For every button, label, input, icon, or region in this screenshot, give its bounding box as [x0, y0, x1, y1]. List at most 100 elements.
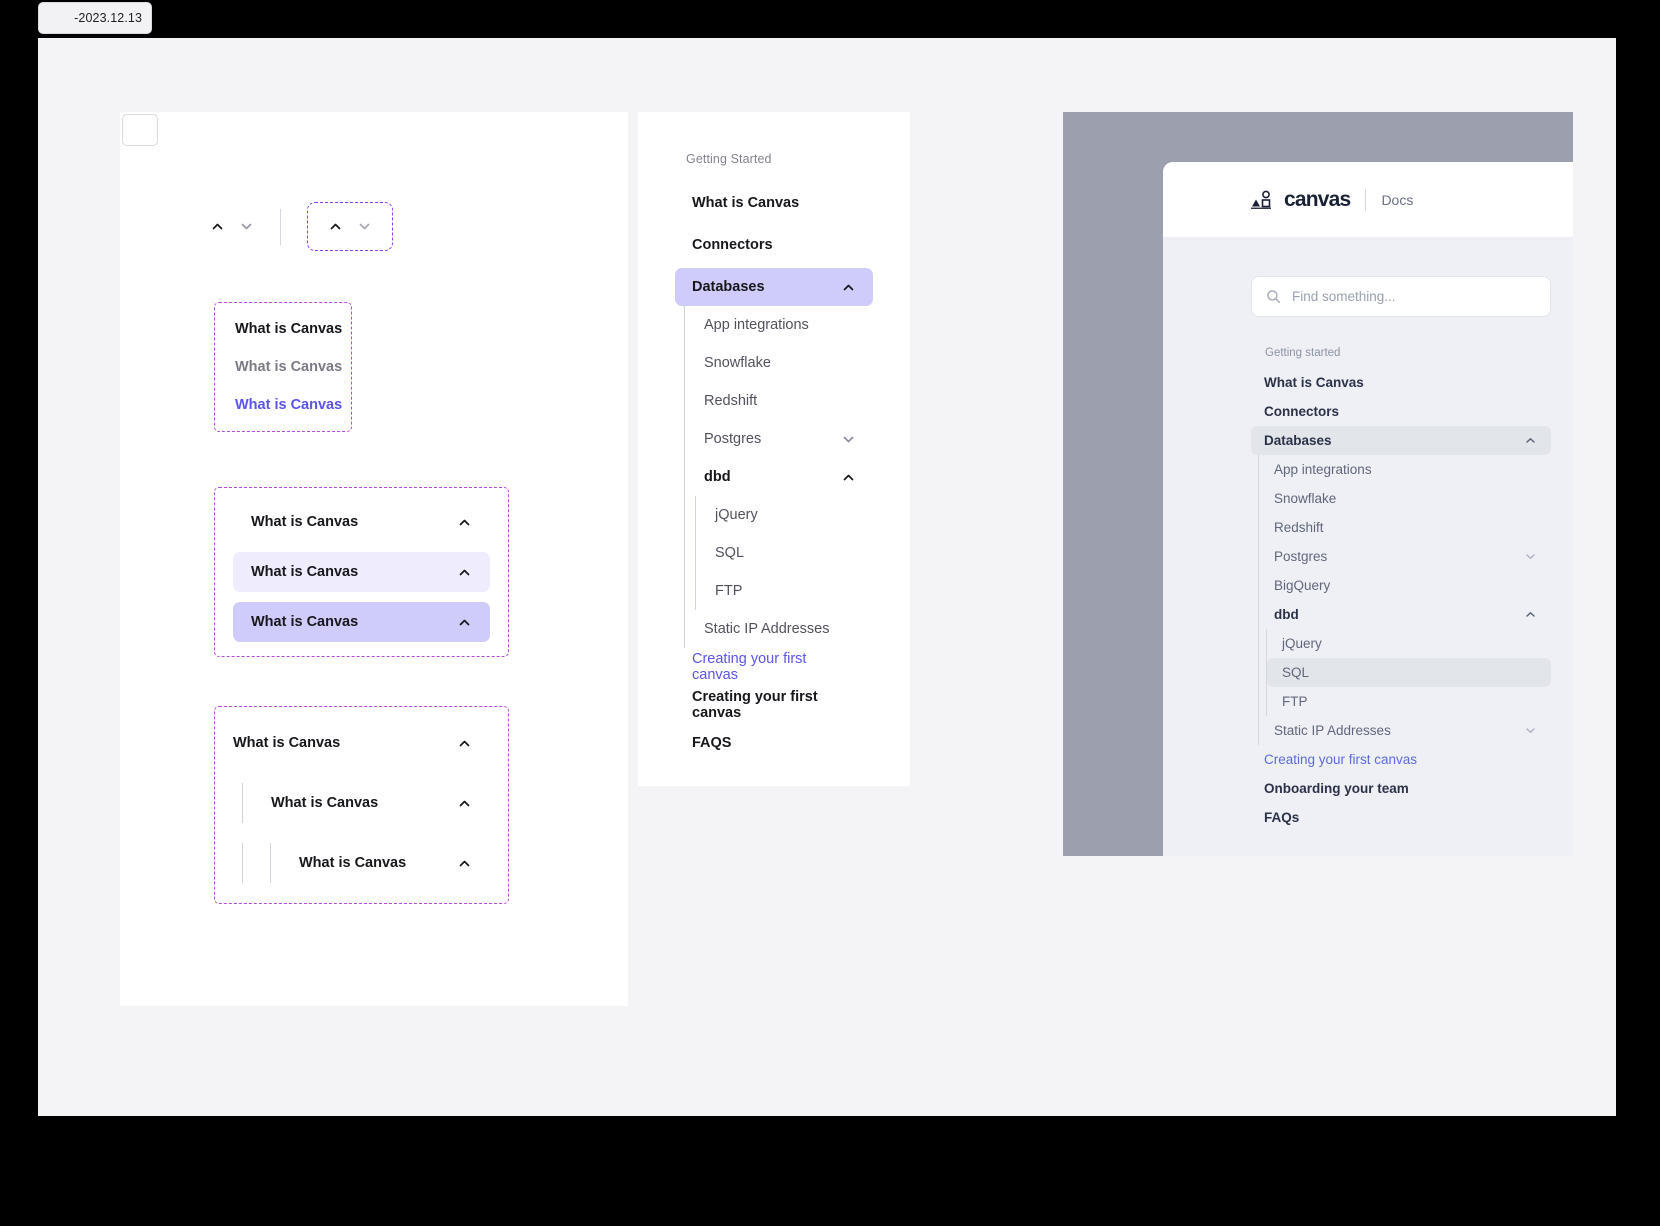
chevron-up-icon[interactable]	[210, 219, 225, 234]
nav-item-label: App integrations	[704, 317, 809, 333]
canvas-logo-icon	[1251, 190, 1271, 209]
row-label: What is Canvas	[233, 735, 341, 751]
chevron-up-icon[interactable]	[1523, 607, 1538, 622]
chevron-pair-plain	[210, 219, 254, 234]
chevron-down-icon[interactable]	[357, 219, 372, 234]
chevron-up-icon[interactable]	[457, 796, 472, 811]
sidebar-link-creating-your-first-canvas[interactable]: Creating your first canvas	[675, 648, 873, 686]
sidebar-item-faqs[interactable]: FAQS	[675, 724, 873, 762]
docs-dbd-children: jQuery SQL FTP	[1259, 629, 1551, 716]
screenshot-root: -2023.12.13 What is Canvas What is Canva…	[0, 0, 1660, 1226]
row-label: What is Canvas	[251, 514, 359, 530]
docs-item-ftp[interactable]: FTP	[1267, 687, 1551, 716]
docs-sidebar: Getting started What is Canvas Connector…	[1163, 347, 1573, 832]
chevron-up-icon[interactable]	[328, 219, 343, 234]
nest-row[interactable]: What is Canvas	[243, 783, 490, 823]
docs-item-databases[interactable]: Databases	[1251, 426, 1551, 455]
sidebar-item-connectors[interactable]: Connectors	[675, 226, 873, 264]
sidebar-item-app-integrations[interactable]: App integrations	[685, 306, 873, 344]
nav-item-label: Postgres	[704, 431, 762, 447]
docs-item-jquery[interactable]: jQuery	[1267, 629, 1551, 658]
nav-item-label: SQL	[1282, 665, 1310, 680]
sidebar-item-sql[interactable]: SQL	[696, 534, 873, 572]
nav-item-label: Databases	[1264, 433, 1332, 448]
text-state-link[interactable]: What is Canvas	[235, 397, 342, 413]
chevron-up-icon[interactable]	[841, 470, 856, 485]
nav-item-label: App integrations	[1274, 462, 1372, 477]
chevron-up-icon[interactable]	[457, 736, 472, 751]
nest-row[interactable]: What is Canvas	[271, 843, 490, 883]
row-state-active[interactable]: What is Canvas	[233, 602, 490, 642]
docs-item-sql[interactable]: SQL	[1267, 658, 1551, 687]
search-input[interactable]: Find something...	[1251, 276, 1551, 317]
nav-item-label: BigQuery	[1274, 578, 1331, 593]
brand: canvas	[1251, 187, 1351, 212]
chevron-down-icon[interactable]	[1523, 549, 1538, 564]
sidebar-item-creating-your-first-canvas[interactable]: Creating your first canvas	[675, 686, 873, 724]
docs-item-faqs[interactable]: FAQs	[1251, 803, 1551, 832]
chevron-up-icon[interactable]	[1523, 433, 1538, 448]
chevron-up-icon[interactable]	[457, 856, 472, 871]
docs-item-snowflake[interactable]: Snowflake	[1259, 484, 1551, 513]
sidebar-item-ftp[interactable]: FTP	[696, 572, 873, 610]
docs-item-static-ip-addresses[interactable]: Static IP Addresses	[1259, 716, 1551, 745]
chevron-up-icon[interactable]	[841, 280, 856, 295]
nav-item-label: Redshift	[1274, 520, 1324, 535]
chevron-up-icon[interactable]	[457, 565, 472, 580]
nest-row[interactable]: What is Canvas	[215, 723, 490, 763]
indent-guide-line	[242, 843, 243, 883]
date-chip: -2023.12.13	[38, 2, 152, 34]
docs-item-bigquery[interactable]: BigQuery	[1259, 571, 1551, 600]
nav-item-label: dbd	[704, 469, 731, 485]
nav-item-label: Snowflake	[1274, 491, 1337, 506]
docs-item-connectors[interactable]: Connectors	[1251, 397, 1551, 426]
sidebar-item-databases[interactable]: Databases	[675, 268, 873, 306]
color-swatch[interactable]	[122, 114, 158, 146]
text-state-muted: What is Canvas	[235, 359, 343, 375]
row-label: What is Canvas	[299, 855, 407, 871]
chevron-pair-boxed	[307, 202, 393, 251]
sidebar-item-dbd[interactable]: dbd	[685, 458, 873, 496]
sidebar-item-postgres[interactable]: Postgres	[685, 420, 873, 458]
docs-item-dbd[interactable]: dbd	[1259, 600, 1551, 629]
nav-item-label: Redshift	[704, 393, 758, 409]
nav-item-label: What is Canvas	[692, 195, 800, 211]
sidebar-item-what-is-canvas[interactable]: What is Canvas	[675, 184, 873, 222]
nav-section-caption: Getting Started	[686, 152, 772, 166]
nesting-group: What is Canvas What is Canvas What is Ca…	[214, 706, 509, 904]
canvas-surface: What is Canvas What is Canvas What is Ca…	[38, 38, 1616, 1116]
sidebar-item-static-ip-addresses[interactable]: Static IP Addresses	[685, 610, 873, 648]
search-icon	[1267, 290, 1281, 304]
docs-window: canvas Docs Find something... Getting st…	[1163, 162, 1573, 856]
chevron-down-icon[interactable]	[841, 432, 856, 447]
sidebar-item-redshift[interactable]: Redshift	[685, 382, 873, 420]
nav-item-label: Connectors	[1264, 404, 1340, 419]
chevron-up-icon[interactable]	[457, 615, 472, 630]
nav-item-label: FTP	[1282, 694, 1308, 709]
databases-children: App integrations Snowflake Redshift Post…	[675, 306, 873, 648]
row-state-group: What is Canvas What is Canvas What is Ca…	[214, 487, 509, 657]
date-chip-label: -2023.12.13	[74, 11, 142, 25]
dbd-children: jQuery SQL FTP	[685, 496, 873, 610]
docs-item-what-is-canvas[interactable]: What is Canvas	[1251, 368, 1551, 397]
chevron-down-icon[interactable]	[239, 219, 254, 234]
row-state-rest[interactable]: What is Canvas	[233, 502, 490, 542]
docs-item-app-integrations[interactable]: App integrations	[1259, 455, 1551, 484]
docs-item-onboarding-your-team[interactable]: Onboarding your team	[1251, 774, 1551, 803]
docs-link-creating-your-first-canvas[interactable]: Creating your first canvas	[1251, 745, 1551, 774]
docs-item-redshift[interactable]: Redshift	[1259, 513, 1551, 542]
sidebar-item-jquery[interactable]: jQuery	[696, 496, 873, 534]
nesting-level-0: What is Canvas	[215, 723, 508, 763]
row-state-hover[interactable]: What is Canvas	[233, 552, 490, 592]
sidebar-item-snowflake[interactable]: Snowflake	[685, 344, 873, 382]
row-label: What is Canvas	[251, 614, 359, 630]
nav-item-label: Static IP Addresses	[1274, 723, 1391, 738]
docs-item-postgres[interactable]: Postgres	[1259, 542, 1551, 571]
chevron-up-icon[interactable]	[457, 515, 472, 530]
docs-label[interactable]: Docs	[1381, 192, 1413, 208]
chevron-down-icon[interactable]	[1523, 723, 1538, 738]
nav-item-label: Databases	[692, 279, 765, 295]
brand-wordmark: canvas	[1284, 187, 1351, 211]
search-placeholder: Find something...	[1292, 289, 1396, 304]
nav-item-label: jQuery	[1282, 636, 1322, 651]
